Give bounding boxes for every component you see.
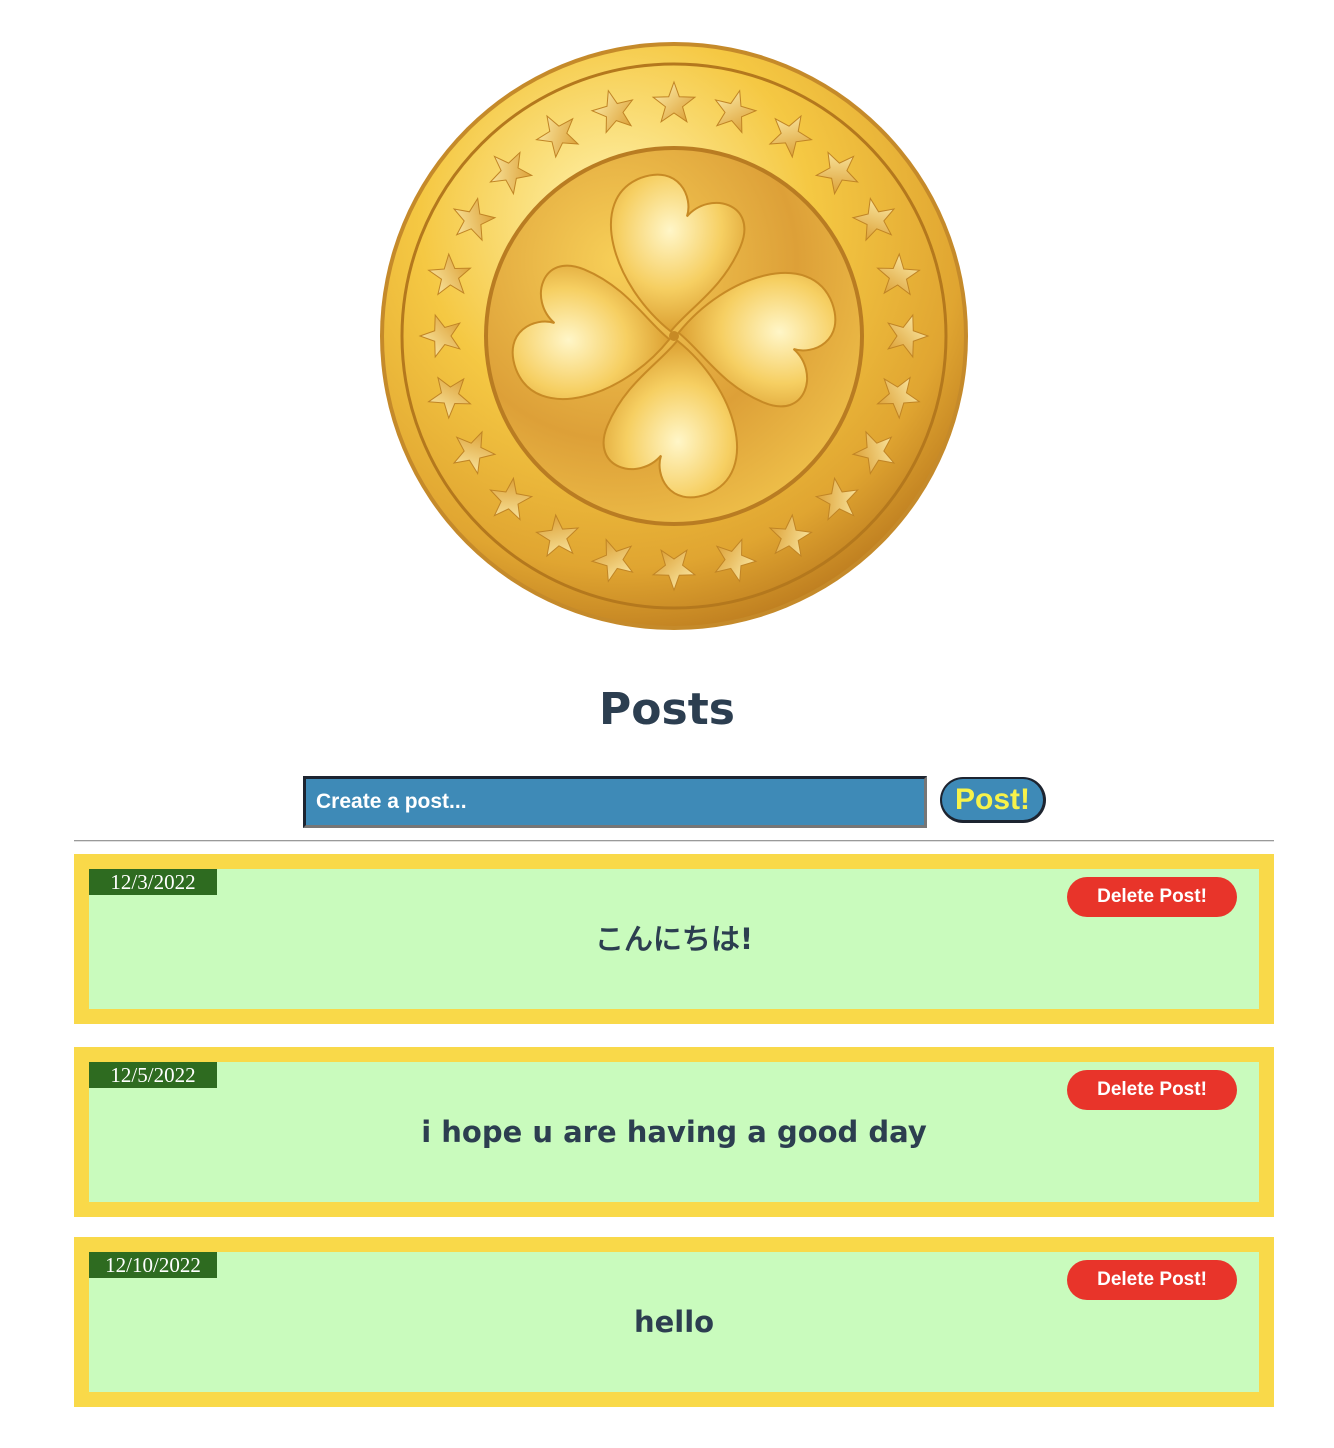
post-card: 12/10/2022 Delete Post! hello bbox=[74, 1237, 1274, 1407]
post-date-badge: 12/3/2022 bbox=[89, 869, 217, 895]
post-date-badge: 12/5/2022 bbox=[89, 1062, 217, 1088]
divider bbox=[74, 840, 1274, 842]
post-text: i hope u are having a good day bbox=[421, 1115, 927, 1149]
page-title: Posts bbox=[599, 684, 735, 735]
post-card: 12/3/2022 Delete Post! こんにちは! bbox=[74, 854, 1274, 1024]
post-date-badge: 12/10/2022 bbox=[89, 1252, 217, 1278]
post-text: hello bbox=[633, 1305, 715, 1339]
post-composer: Post! bbox=[303, 776, 1048, 828]
post-card: 12/5/2022 Delete Post! i hope u are havi… bbox=[74, 1047, 1274, 1217]
delete-post-button[interactable]: Delete Post! bbox=[1067, 1070, 1237, 1110]
gold-clover-coin-icon bbox=[378, 40, 970, 632]
create-post-input[interactable] bbox=[303, 776, 927, 828]
post-body: 12/5/2022 Delete Post! i hope u are havi… bbox=[89, 1062, 1259, 1202]
delete-post-button[interactable]: Delete Post! bbox=[1067, 877, 1237, 917]
post-button[interactable]: Post! bbox=[940, 777, 1046, 823]
post-body: 12/10/2022 Delete Post! hello bbox=[89, 1252, 1259, 1392]
post-body: 12/3/2022 Delete Post! こんにちは! bbox=[89, 869, 1259, 1009]
delete-post-button[interactable]: Delete Post! bbox=[1067, 1260, 1237, 1300]
post-text: こんにちは! bbox=[594, 922, 754, 956]
